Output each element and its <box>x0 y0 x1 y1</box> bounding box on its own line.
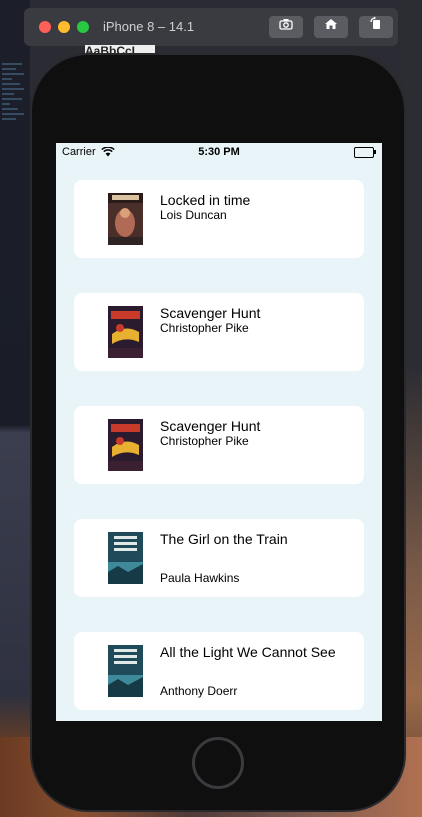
rotate-icon <box>369 16 383 34</box>
status-time: 5:30 PM <box>198 146 240 158</box>
book-card[interactable]: The Girl on the Train Paula Hawkins <box>74 519 364 597</box>
book-title: Locked in time <box>160 192 251 208</box>
simulator-title-bar: iPhone 8 – 14.1 <box>24 8 398 46</box>
home-icon <box>324 19 338 34</box>
status-bar: Carrier 5:30 PM <box>56 143 382 161</box>
book-card[interactable]: Scavenger Hunt Christopher Pike <box>74 293 364 371</box>
book-text: The Girl on the Train Paula Hawkins <box>160 531 350 586</box>
book-author: Christopher Pike <box>160 321 249 335</box>
desktop-right-edge <box>402 0 422 817</box>
screenshot-button[interactable] <box>269 16 303 38</box>
book-author: Anthony Doerr <box>160 684 238 698</box>
book-author: Paula Hawkins <box>160 571 240 585</box>
book-title: Scavenger Hunt <box>160 418 261 434</box>
book-title: The Girl on the Train <box>160 531 288 547</box>
close-window-button[interactable] <box>39 21 51 33</box>
book-text: Scavenger Hunt Christopher Pike <box>160 419 350 471</box>
minimize-window-button[interactable] <box>58 21 70 33</box>
book-text: Scavenger Hunt Christopher Pike <box>160 306 350 358</box>
book-card[interactable]: All the Light We Cannot See Anthony Doer… <box>74 632 364 710</box>
battery-icon <box>354 147 376 158</box>
app-screen: Carrier 5:30 PM Locked in time Lois Dunc… <box>56 143 382 721</box>
camera-icon <box>279 19 293 34</box>
book-card[interactable]: Scavenger Hunt Christopher Pike <box>74 406 364 484</box>
desktop-left-edge <box>0 0 30 817</box>
book-cover <box>108 306 143 358</box>
book-cover <box>108 193 143 245</box>
home-button-toolbar[interactable] <box>314 16 348 38</box>
book-text: Locked in time Lois Duncan <box>160 193 350 245</box>
book-author: Lois Duncan <box>160 208 227 222</box>
simulator-title: iPhone 8 – 14.1 <box>103 19 195 34</box>
book-cover <box>108 645 143 697</box>
book-card[interactable]: Locked in time Lois Duncan <box>74 180 364 258</box>
device-home-button[interactable] <box>192 737 244 789</box>
zoom-window-button[interactable] <box>77 21 89 33</box>
book-cover <box>108 419 143 471</box>
book-author: Christopher Pike <box>160 434 249 448</box>
book-title: All the Light We Cannot See <box>160 644 336 660</box>
rotate-button[interactable] <box>359 16 393 38</box>
iphone-device-frame: Carrier 5:30 PM Locked in time Lois Dunc… <box>32 55 404 810</box>
book-title: Scavenger Hunt <box>160 305 261 321</box>
code-editor-fragment <box>2 60 26 123</box>
book-text: All the Light We Cannot See Anthony Doer… <box>160 644 350 699</box>
book-cover <box>108 532 143 584</box>
